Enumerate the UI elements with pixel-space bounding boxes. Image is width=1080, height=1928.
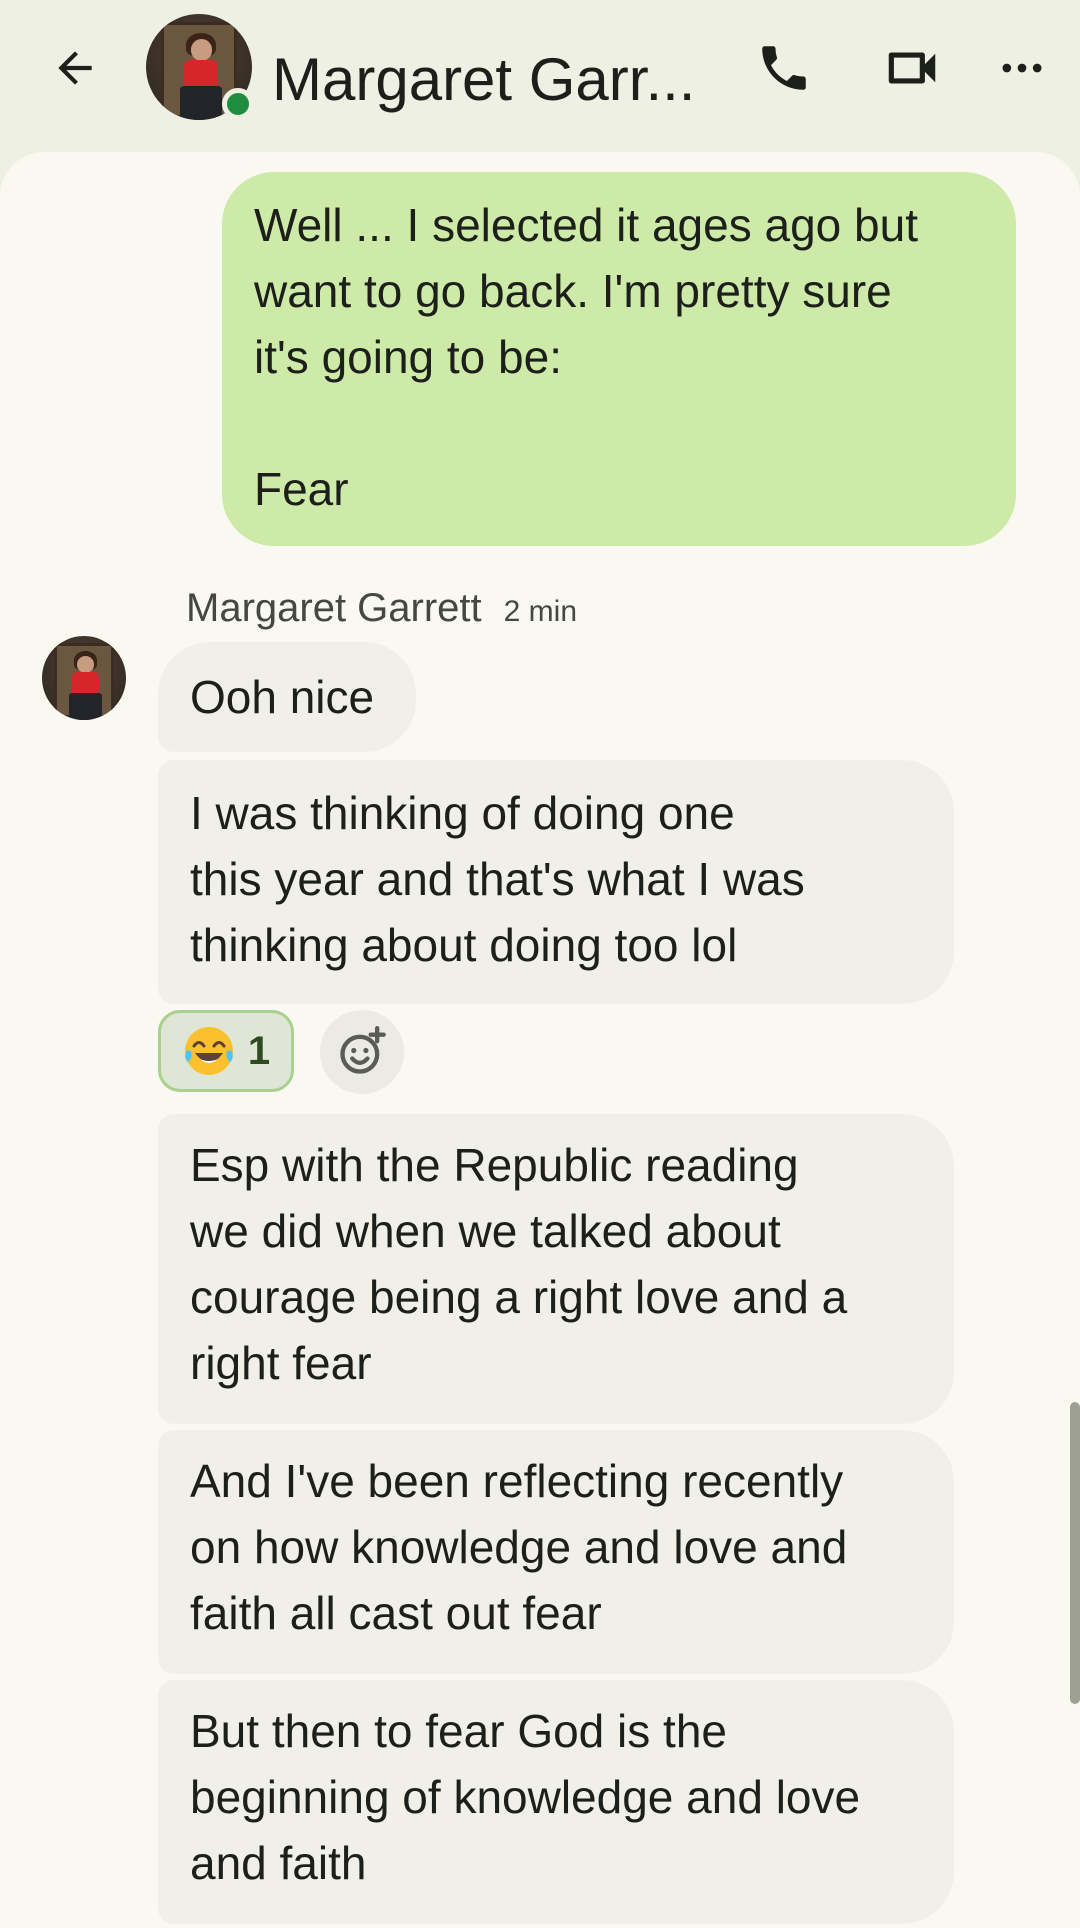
message-timestamp: 2 min	[503, 595, 578, 628]
incoming-message[interactable]: Ooh nice	[158, 642, 416, 752]
more-horizontal-icon	[1002, 63, 1042, 73]
sender-avatar[interactable]	[42, 636, 126, 720]
contact-avatar[interactable]	[146, 14, 254, 120]
messages-app: Margaret Garr... Well ... I selected it …	[0, 0, 1080, 1928]
conversation-header: Margaret Garr...	[0, 0, 1080, 152]
voice-call-button[interactable]	[748, 32, 820, 104]
incoming-message[interactable]: And I've been reflecting recently on how…	[158, 1430, 954, 1674]
incoming-message[interactable]: Esp with the Republic reading we did whe…	[158, 1114, 954, 1424]
phone-icon	[762, 46, 806, 90]
videocam-icon	[888, 52, 936, 84]
contact-name[interactable]: Margaret Garr...	[272, 40, 712, 120]
laughing-tears-emoji-icon	[184, 1027, 233, 1075]
back-button[interactable]	[40, 38, 110, 98]
online-status-indicator	[222, 88, 254, 120]
video-call-button[interactable]	[876, 32, 948, 104]
avatar-photo	[42, 636, 126, 720]
add-reaction-icon	[340, 1026, 386, 1074]
reaction-count: 1	[247, 1028, 271, 1073]
incoming-message[interactable]: I was thinking of doing one this year an…	[158, 760, 954, 1004]
scrollbar-thumb[interactable]	[1070, 1402, 1080, 1704]
arrow-back-icon	[58, 51, 92, 85]
add-reaction-button[interactable]	[320, 1010, 404, 1094]
more-options-button[interactable]	[986, 32, 1058, 104]
sender-info: Margaret Garrett 2 min	[186, 582, 577, 634]
outgoing-message[interactable]: Well ... I selected it ages ago but want…	[222, 172, 1016, 546]
sender-name: Margaret Garrett	[186, 586, 482, 630]
conversation-thread: Well ... I selected it ages ago but want…	[0, 152, 1080, 1928]
incoming-message[interactable]: But then to fear God is the beginning of…	[158, 1680, 954, 1924]
reaction-chip[interactable]: 1	[158, 1010, 294, 1092]
